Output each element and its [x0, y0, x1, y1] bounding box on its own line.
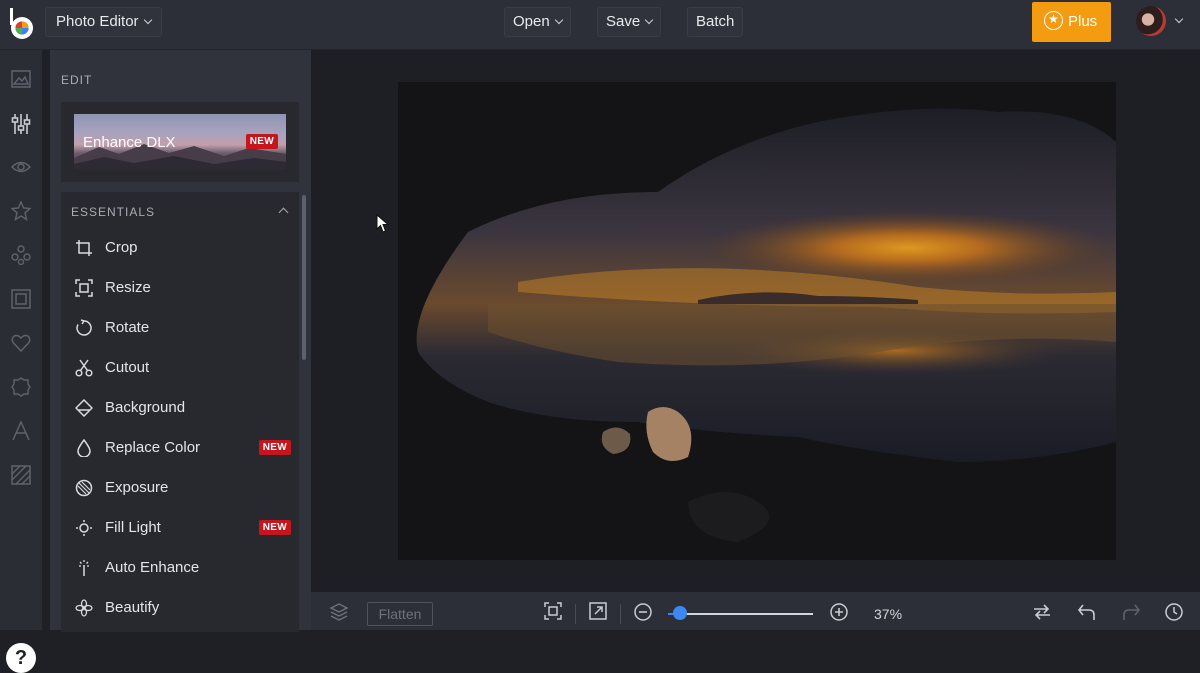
- tool-label: Background: [105, 399, 186, 416]
- heart-icon[interactable]: [10, 333, 32, 355]
- eye-icon[interactable]: [10, 157, 32, 179]
- new-badge: NEW: [258, 520, 291, 535]
- zoom-thumb[interactable]: [672, 606, 687, 620]
- open-button[interactable]: Open: [504, 7, 571, 37]
- enhance-dlx-banner: Enhance DLX NEW: [74, 114, 286, 170]
- fill-light-icon: [75, 519, 93, 537]
- layers-icon[interactable]: [329, 602, 349, 622]
- panel-scrollbar[interactable]: [302, 195, 306, 360]
- plus-label: Plus: [1068, 13, 1098, 30]
- panel-title: EDIT: [61, 73, 93, 87]
- star-icon[interactable]: [10, 200, 32, 223]
- tool-label: Crop: [105, 239, 138, 256]
- zoom-out-icon[interactable]: [633, 602, 653, 622]
- divider: [575, 604, 576, 624]
- image-icon[interactable]: [10, 69, 32, 91]
- enhance-dlx-card[interactable]: Enhance DLX NEW: [61, 102, 299, 182]
- tool-beautify[interactable]: Beautify: [61, 588, 299, 628]
- tool-exposure[interactable]: Exposure: [61, 468, 299, 508]
- batch-button[interactable]: Batch: [687, 7, 744, 37]
- divider: [620, 604, 621, 624]
- tool-replace-color[interactable]: Replace Color NEW: [61, 428, 299, 468]
- save-label: Save: [606, 13, 641, 30]
- zoom-slider[interactable]: [668, 613, 813, 615]
- tool-cutout[interactable]: Cutout: [61, 348, 299, 388]
- exposure-icon: [75, 479, 93, 497]
- texture-icon[interactable]: [10, 465, 32, 487]
- batch-label: Batch: [696, 13, 735, 30]
- chevron-down-icon[interactable]: [1174, 14, 1184, 24]
- scissors-icon: [75, 359, 93, 377]
- tool-label: Auto Enhance: [105, 559, 200, 576]
- rotate-icon: [75, 319, 93, 337]
- chevron-down-icon: [143, 15, 152, 25]
- zoom-level: 37%: [874, 606, 903, 622]
- graphics-icon[interactable]: [10, 245, 32, 267]
- tool-fill-light[interactable]: Fill Light NEW: [61, 508, 299, 548]
- avatar[interactable]: [1136, 6, 1166, 36]
- droplet-icon: [75, 438, 93, 458]
- flatten-button[interactable]: Flatten: [367, 602, 433, 626]
- fit-screen-icon[interactable]: [543, 602, 563, 622]
- chevron-up-icon[interactable]: [278, 207, 289, 218]
- wand-icon: [75, 559, 93, 577]
- mouse-cursor-icon: [376, 214, 390, 233]
- open-label: Open: [513, 13, 550, 30]
- help-button[interactable]: ?: [6, 643, 36, 673]
- tool-crop[interactable]: Crop: [61, 228, 299, 268]
- top-bar: Photo Editor Open Save Batch ★ Plus: [0, 0, 1200, 50]
- save-button[interactable]: Save: [597, 7, 662, 37]
- tool-label: Fill Light: [105, 519, 161, 536]
- beautify-icon: [75, 599, 93, 617]
- tool-label: Rotate: [105, 319, 150, 336]
- chevron-down-icon: [554, 15, 563, 25]
- new-badge: NEW: [258, 440, 291, 455]
- tool-label: Cutout: [105, 359, 150, 376]
- sliders-icon[interactable]: [10, 113, 32, 135]
- tool-label: Exposure: [105, 479, 169, 496]
- zoom-in-icon[interactable]: [829, 602, 849, 622]
- plus-button[interactable]: ★ Plus: [1032, 2, 1111, 42]
- tool-rotate[interactable]: Rotate: [61, 308, 299, 348]
- crop-icon: [75, 239, 93, 257]
- tool-label: Beautify: [105, 599, 160, 616]
- star-icon: ★: [1044, 10, 1063, 30]
- tool-background[interactable]: Background: [61, 388, 299, 428]
- chevron-down-icon: [644, 15, 654, 25]
- background-icon: [74, 398, 94, 418]
- undo-icon[interactable]: [1077, 602, 1097, 622]
- tool-auto-enhance[interactable]: Auto Enhance: [61, 548, 299, 588]
- essentials-section: ESSENTIALS Crop Resize Rotate Cutout Bac…: [61, 192, 299, 632]
- section-title: ESSENTIALS: [71, 205, 156, 219]
- sunset-photo: [398, 82, 1116, 560]
- tool-resize[interactable]: Resize: [61, 268, 299, 308]
- tool-label: Resize: [105, 279, 151, 296]
- badge-icon[interactable]: [10, 377, 32, 399]
- history-icon[interactable]: [1164, 602, 1184, 622]
- app-menu[interactable]: Photo Editor: [45, 7, 162, 37]
- redo-icon[interactable]: [1121, 602, 1141, 622]
- compare-icon[interactable]: [1032, 602, 1052, 622]
- expand-icon[interactable]: [588, 602, 608, 622]
- resize-icon: [75, 279, 93, 297]
- text-icon[interactable]: [10, 420, 32, 443]
- befunky-logo[interactable]: [8, 6, 36, 40]
- enhance-dlx-label: Enhance DLX: [83, 134, 176, 151]
- edit-panel: EDIT Enhance DLX NEW ESSENTIALS Crop Res…: [50, 50, 311, 632]
- photo-canvas[interactable]: [398, 82, 1116, 560]
- tool-rail: ?: [0, 50, 42, 673]
- new-badge: NEW: [245, 134, 278, 149]
- app-menu-label: Photo Editor: [56, 13, 139, 30]
- tool-label: Replace Color: [105, 439, 201, 456]
- bottom-toolbar: Flatten 37%: [311, 592, 1200, 630]
- frame-icon[interactable]: [10, 289, 32, 311]
